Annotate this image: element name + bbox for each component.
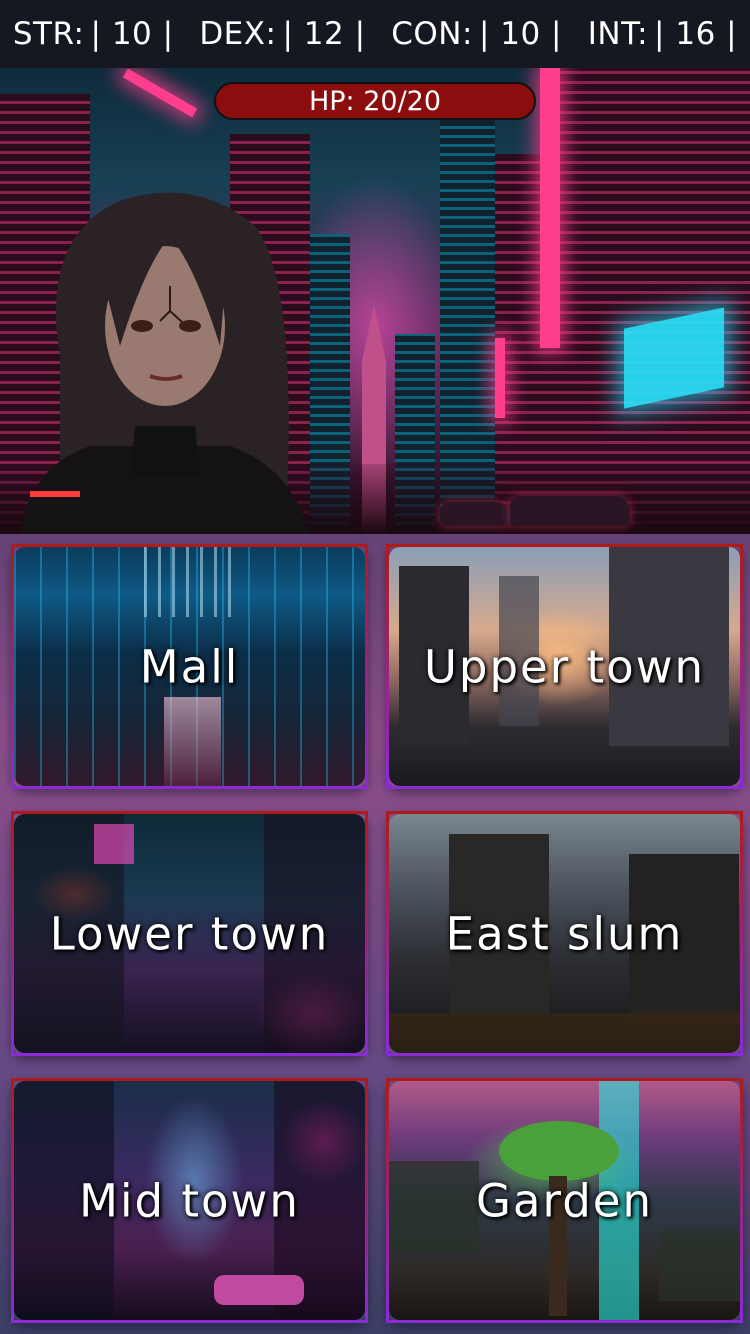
stat-int: INT: 16 xyxy=(588,16,737,52)
stat-label: STR: xyxy=(12,16,85,52)
stat-label: CON: xyxy=(391,16,473,52)
stat-dex: DEX: 12 xyxy=(199,16,365,52)
car xyxy=(214,1275,304,1305)
hp-bar: HP: 20/20 xyxy=(214,82,536,120)
hero-scene xyxy=(0,68,750,534)
location-lower-town-button[interactable]: Lower town xyxy=(11,811,368,1056)
location-mall-button[interactable]: Mall xyxy=(11,544,368,789)
tree-canopy xyxy=(499,1121,619,1181)
neon-sign xyxy=(122,68,198,118)
location-grid: Mall Upper town Lower town East slum Mid… xyxy=(0,534,750,1334)
character-portrait xyxy=(20,192,310,534)
neon-sign xyxy=(94,824,134,864)
location-label: Garden xyxy=(476,1174,653,1227)
terrace xyxy=(659,1231,740,1301)
neon-sign xyxy=(495,338,505,418)
location-label: Upper town xyxy=(423,640,706,693)
corridor-glow xyxy=(164,697,221,786)
skylight xyxy=(144,547,241,617)
street xyxy=(389,1013,740,1053)
location-mid-town-button[interactable]: Mid town xyxy=(11,1078,368,1323)
stat-value: 12 xyxy=(282,16,365,52)
stat-label: INT: xyxy=(587,16,649,52)
stat-label: DEX: xyxy=(199,16,277,52)
stat-con: CON: 10 xyxy=(391,16,562,52)
hp-text: HP: 20/20 xyxy=(308,85,442,117)
location-label: East slum xyxy=(445,907,684,960)
stat-bar: STR: 10 DEX: 12 CON: 10 INT: 16 xyxy=(0,0,750,68)
location-label: Mid town xyxy=(79,1174,300,1227)
stat-value: 10 xyxy=(91,16,174,52)
location-upper-town-button[interactable]: Upper town xyxy=(386,544,743,789)
stat-str: STR: 10 xyxy=(13,16,174,52)
location-label: Mall xyxy=(139,640,240,693)
stat-value: 16 xyxy=(654,16,737,52)
location-garden-button[interactable]: Garden xyxy=(386,1078,743,1323)
neon-sign-vertical xyxy=(540,68,560,348)
car xyxy=(440,502,510,526)
location-east-slum-button[interactable]: East slum xyxy=(386,811,743,1056)
location-label: Lower town xyxy=(49,907,330,960)
stat-value: 10 xyxy=(479,16,562,52)
car xyxy=(510,496,630,526)
